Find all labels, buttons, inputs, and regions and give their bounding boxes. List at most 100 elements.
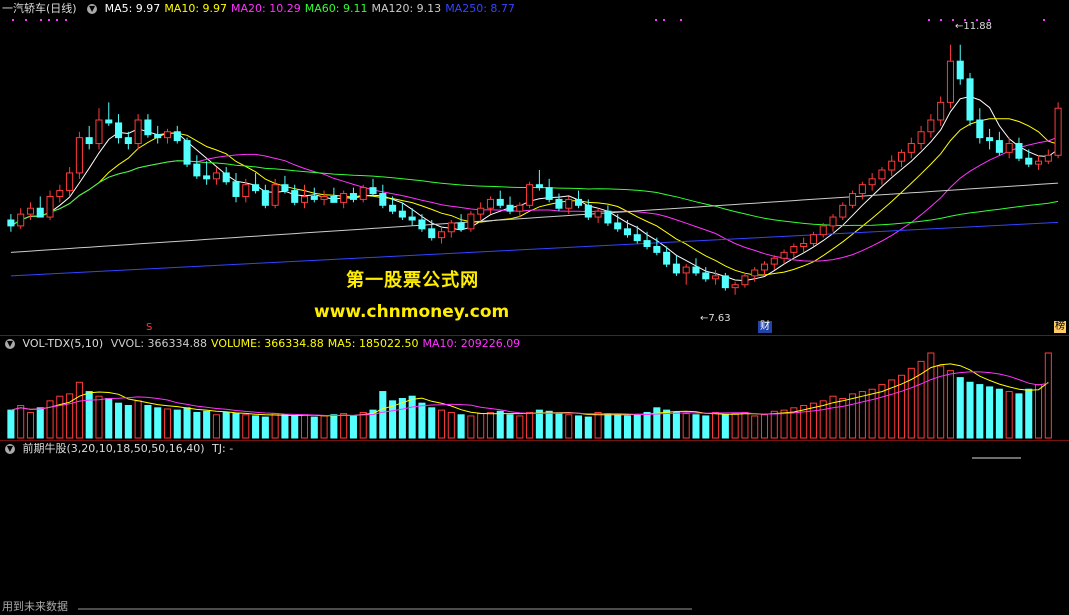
candle-body [946, 60, 954, 103]
candle-body [604, 210, 612, 224]
volume-bar [193, 411, 201, 439]
collapse-icon[interactable]: ▼ [5, 339, 15, 349]
signal-dot [25, 19, 27, 21]
volume-bar [486, 411, 494, 439]
candle-body [349, 193, 357, 200]
watermark-title: 第一股票公式网 [346, 270, 480, 291]
volume-bar [320, 415, 328, 439]
candle-body [437, 231, 446, 239]
chart-title: 一汽轿车(日线) [2, 2, 77, 15]
candle-body [545, 187, 553, 200]
ma-legend: MA5: 9.97 MA10: 9.97 MA20: 10.29 MA60: 9.11… [105, 2, 519, 15]
ma-label-2: MA20: 10.29 [231, 2, 301, 15]
volume-bar [721, 414, 729, 439]
volume-bar [222, 411, 230, 439]
volume-bar [134, 400, 142, 439]
ma-label-5: MA250: 8.77 [445, 2, 515, 15]
volume-bar [291, 415, 299, 439]
volume-bar [252, 415, 260, 439]
volume-bar [115, 402, 123, 439]
signal-dot [65, 19, 67, 21]
volume-bar [496, 410, 504, 439]
candle-body [56, 190, 64, 197]
finance-marker[interactable]: 财 [758, 321, 772, 333]
candle-body [398, 210, 406, 218]
candle-body [849, 193, 857, 206]
signal-s-marker[interactable]: S [146, 322, 152, 334]
volume-bar [535, 409, 543, 439]
volume-bar [105, 398, 113, 439]
ranking-marker[interactable]: 榜 [1054, 321, 1066, 333]
candle-body [702, 272, 710, 280]
candle-body [203, 175, 211, 180]
candle-body [682, 266, 690, 274]
ma-label-4: MA120: 9.13 [371, 2, 442, 15]
candle-body [173, 131, 181, 142]
volume-bar [163, 408, 172, 439]
price-chart-pane[interactable]: 一汽轿车(日线) ▼ MA5: 9.97 MA10: 9.97 MA20: 10.2… [0, 0, 1069, 335]
volume-bar [467, 415, 475, 439]
candle-body [85, 137, 93, 145]
candlestick-chart[interactable] [0, 0, 1069, 335]
collapse-icon[interactable]: ▼ [87, 4, 98, 14]
candle-body [154, 134, 162, 139]
signal-dot [655, 19, 657, 21]
volume-bar [447, 411, 455, 439]
volume-bar [839, 398, 847, 439]
volume-bar [75, 381, 83, 439]
main-header: 一汽轿车(日线) ▼ MA5: 9.97 MA10: 9.97 MA20: 10.2… [2, 2, 523, 16]
candle-body [105, 119, 113, 124]
watermark: 第一股票公式网 www.chnmoney.com [314, 266, 509, 322]
candle-body [134, 119, 142, 145]
volume-bar [477, 413, 485, 439]
volume-bar [408, 395, 416, 439]
candle-body [467, 213, 475, 230]
volume-bar [976, 384, 984, 439]
volume-bar [124, 404, 132, 439]
volume-bar [516, 415, 524, 439]
candle-body [800, 243, 808, 247]
indicator-chart [972, 457, 1021, 459]
candle-body [721, 275, 729, 289]
candle-body [408, 216, 416, 221]
volume-bar [770, 410, 778, 439]
candle-body [428, 228, 436, 239]
volume-pane[interactable]: ▼ VOL-TDX(5,10) VVOL: 366334.88 VOLUME: 3… [0, 335, 1069, 440]
ma-label-3: MA60: 9.11 [304, 2, 368, 15]
candle-body [1025, 157, 1033, 165]
signal-dot [952, 19, 954, 21]
candle-body [222, 172, 230, 183]
volume-bar [633, 414, 641, 439]
volume-bar [26, 411, 35, 439]
candle-body [653, 245, 661, 253]
volume-bar [575, 415, 583, 439]
candle-body [252, 184, 260, 192]
volume-bar [672, 411, 680, 439]
candle-body [584, 204, 592, 218]
volume-bar [154, 407, 162, 439]
volume-bar [1015, 393, 1023, 439]
candle-body [310, 195, 318, 200]
signal-dot [56, 19, 58, 21]
candle-body [17, 213, 25, 227]
collapse-icon[interactable]: ▼ [5, 444, 15, 454]
volume-bar [702, 415, 710, 439]
candle-body [477, 207, 485, 215]
candle-body [976, 119, 984, 139]
footer-scroll-track[interactable] [0, 598, 1069, 615]
volume-bar [623, 415, 632, 439]
candle-body [36, 207, 44, 218]
volume-bar [437, 409, 446, 439]
volume-bar [751, 415, 759, 439]
indicator-pane[interactable]: ▼ 前期牛股(3,20,10,18,50,50,16,40) TJ: - [0, 440, 1069, 600]
volume-bar [56, 395, 64, 439]
volume-bar [95, 395, 103, 439]
candle-body [496, 198, 504, 206]
signal-dot [940, 19, 942, 21]
candle-body [183, 140, 191, 165]
candle-body [809, 234, 817, 245]
candle-body [565, 198, 573, 209]
candle-body [819, 225, 827, 236]
indicator-header: ▼ 前期牛股(3,20,10,18,50,50,16,40) TJ: - [2, 442, 237, 456]
indicator-tj-label: TJ: - [212, 442, 234, 455]
